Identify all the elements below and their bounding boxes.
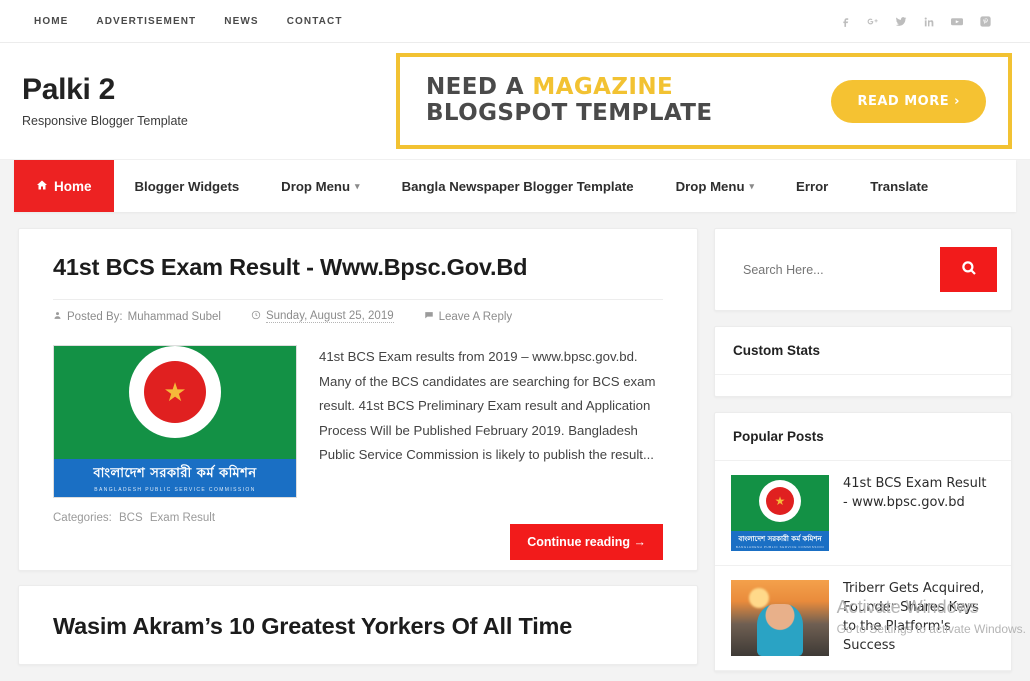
search-widget: [714, 228, 1012, 311]
post-categories-label: Categories:: [53, 512, 112, 525]
post-card-2: Wasim Akram’s 10 Greatest Yorkers Of All…: [18, 585, 698, 665]
post-author: Posted By: Muhammad Subel: [53, 311, 221, 323]
post-card-1: 41st BCS Exam Result - Www.Bpsc.Gov.Bd P…: [18, 228, 698, 572]
site-tagline: Responsive Blogger Template: [22, 113, 188, 128]
bpsc-seal-icon: ★: [759, 480, 801, 522]
custom-stats-body: [715, 374, 1011, 396]
linkedin-icon[interactable]: [922, 14, 936, 28]
post-thumbnail-bpsc-logo[interactable]: ★ বাংলাদেশ সরকারী কর্ম কমিশন BANGLADESH …: [53, 345, 297, 499]
chevron-down-icon: ▾: [355, 180, 360, 191]
pinterest-icon[interactable]: [978, 14, 992, 28]
google-plus-icon[interactable]: [866, 14, 880, 28]
nav-item-translate[interactable]: Translate: [849, 160, 949, 212]
bpsc-band-english: BANGLADESH PUBLIC SERVICE COMMISSION: [735, 545, 825, 549]
header-banner-ad[interactable]: NEED A MAGAZINE BLOGSPOT TEMPLATE READ M…: [396, 53, 1012, 149]
home-icon: [36, 179, 48, 194]
popular-post-thumbnail-child[interactable]: [731, 580, 829, 656]
top-bar: HOME ADVERTISEMENT NEWS CONTACT: [0, 0, 1030, 43]
popular-post-title[interactable]: Triberr Gets Acquired, Founder Shares Ke…: [843, 580, 995, 655]
popular-post-title[interactable]: 41st BCS Exam Result - www.bpsc.gov.bd: [843, 475, 995, 513]
widget-title-popular-posts: Popular Posts: [733, 429, 824, 444]
post-categories: Categories: BCS Exam Result: [53, 512, 215, 524]
custom-stats-widget: Custom Stats: [714, 326, 1012, 397]
chevron-down-icon: ▾: [749, 180, 755, 191]
user-icon: [53, 311, 62, 323]
list-item[interactable]: Triberr Gets Acquired, Founder Shares Ke…: [715, 566, 1011, 671]
facebook-icon[interactable]: [838, 14, 852, 28]
banner-read-more-button[interactable]: READ MORE ›: [831, 79, 986, 123]
nav-item-drop-menu-1[interactable]: Drop Menu ▾: [260, 160, 380, 212]
widget-title-custom-stats: Custom Stats: [733, 343, 821, 358]
bpsc-band: বাংলাদেশ সরকারী কর্ম কমিশন BANGLADESH PU…: [731, 531, 829, 551]
search-button[interactable]: [940, 247, 997, 292]
nav-item-label: Bangla Newspaper Blogger Template: [401, 178, 634, 194]
nav-item-label: Translate: [870, 178, 929, 194]
bpsc-band: বাংলাদেশ সরকারী কর্ম কমিশন BANGLADESH PU…: [54, 459, 296, 498]
list-item[interactable]: ★ বাংলাদেশ সরকারী কর্ম কমিশন BANGLADESH …: [715, 461, 1011, 566]
comment-icon: [424, 310, 434, 323]
page-root: HOME ADVERTISEMENT NEWS CONTACT Palki 2 …: [0, 0, 1030, 681]
top-nav: HOME ADVERTISEMENT NEWS CONTACT: [34, 16, 343, 27]
sun-glow: [749, 588, 769, 608]
top-nav-item-home[interactable]: HOME: [34, 16, 68, 27]
continue-reading-button[interactable]: Continue reading →: [510, 524, 663, 561]
main-column: 41st BCS Exam Result - Www.Bpsc.Gov.Bd P…: [18, 228, 698, 681]
nav-item-label: Drop Menu: [675, 178, 745, 194]
brand[interactable]: Palki 2 Responsive Blogger Template: [22, 74, 392, 128]
banner-line-1-highlight: MAGAZINE: [532, 74, 674, 101]
banner-line-2: BLOGSPOT TEMPLATE: [426, 100, 713, 126]
nav-item-label: Drop Menu: [281, 178, 351, 194]
youtube-icon[interactable]: [950, 14, 964, 28]
site-title: Palki 2: [22, 73, 115, 107]
site-header: Palki 2 Responsive Blogger Template NEED…: [0, 43, 1030, 160]
banner-line-1-plain: NEED A: [426, 74, 533, 101]
social-links: [838, 14, 992, 28]
banner-text: NEED A MAGAZINE BLOGSPOT TEMPLATE: [426, 74, 713, 127]
search-icon: [960, 259, 978, 280]
top-nav-item-news[interactable]: NEWS: [224, 16, 258, 27]
nav-item-drop-menu-2[interactable]: Drop Menu ▾: [655, 160, 775, 212]
post-date: Sunday, August 25, 2019: [251, 310, 394, 324]
post-body: ★ বাংলাদেশ সরকারী কর্ম কমিশন BANGLADESH …: [53, 335, 663, 499]
content-area: 41st BCS Exam Result - Www.Bpsc.Gov.Bd P…: [0, 212, 1030, 681]
search-input[interactable]: [729, 262, 929, 277]
popular-post-thumbnail-bpsc[interactable]: ★ বাংলাদেশ সরকারী কর্ম কমিশন BANGLADESH …: [731, 475, 829, 551]
nav-item-label: Error: [796, 178, 829, 194]
post-author-label: Posted By:: [67, 310, 123, 323]
banner-line-1: NEED A MAGAZINE: [426, 74, 712, 101]
nav-item-home[interactable]: Home: [14, 160, 114, 212]
post-footer: Categories: BCS Exam Result Continue rea…: [53, 498, 663, 570]
category-link-bcs[interactable]: BCS: [119, 512, 143, 524]
child-figure: [757, 604, 803, 656]
post-comments[interactable]: Leave A Reply: [424, 310, 513, 323]
post-date-value[interactable]: Sunday, August 25, 2019: [265, 310, 394, 324]
nav-item-home-label: Home: [54, 178, 92, 194]
post-title[interactable]: 41st BCS Exam Result - Www.Bpsc.Gov.Bd: [53, 253, 663, 299]
top-nav-item-advertisement[interactable]: ADVERTISEMENT: [96, 16, 196, 27]
bpsc-seal-inner: ★: [766, 487, 794, 515]
bpsc-seal-inner: ★: [144, 361, 206, 424]
nav-item-label: Blogger Widgets: [134, 178, 240, 194]
bpsc-band-bangla: বাংলাদেশ সরকারী কর্ম কমিশন: [738, 535, 822, 543]
post-excerpt: 41st BCS Exam results from 2019 – www.bp…: [319, 349, 656, 463]
post-title[interactable]: Wasim Akram’s 10 Greatest Yorkers Of All…: [53, 612, 663, 641]
post-comments-label: Leave A Reply: [438, 310, 513, 323]
main-nav: Home Blogger Widgets Drop Menu ▾ Bangla …: [14, 160, 1016, 212]
post-author-name[interactable]: Muhammad Subel: [128, 311, 221, 323]
bpsc-band-bangla: বাংলাদেশ সরকারী কর্ম কমিশন: [93, 465, 257, 481]
category-link-exam-result[interactable]: Exam Result: [150, 512, 215, 524]
twitter-icon[interactable]: [894, 14, 908, 28]
bpsc-seal-icon: ★: [129, 346, 221, 439]
bpsc-band-english: BANGLADESH PUBLIC SERVICE COMMISSION: [94, 486, 256, 493]
nav-item-error[interactable]: Error: [775, 160, 849, 212]
popular-posts-list: ★ বাংলাদেশ সরকারী কর্ম কমিশন BANGLADESH …: [715, 460, 1011, 671]
sidebar: Custom Stats Popular Posts ★ বাংলাদেশ সর…: [714, 228, 1012, 681]
top-nav-item-contact[interactable]: CONTACT: [287, 16, 343, 27]
popular-posts-widget: Popular Posts ★ বাংলাদেশ সরকারী কর্ম কমি…: [714, 412, 1012, 672]
clock-icon: [251, 310, 261, 323]
nav-item-bangla-newspaper[interactable]: Bangla Newspaper Blogger Template: [381, 160, 655, 212]
post-meta: Posted By: Muhammad Subel Sunday, August…: [53, 299, 663, 335]
nav-item-blogger-widgets[interactable]: Blogger Widgets: [114, 160, 261, 212]
